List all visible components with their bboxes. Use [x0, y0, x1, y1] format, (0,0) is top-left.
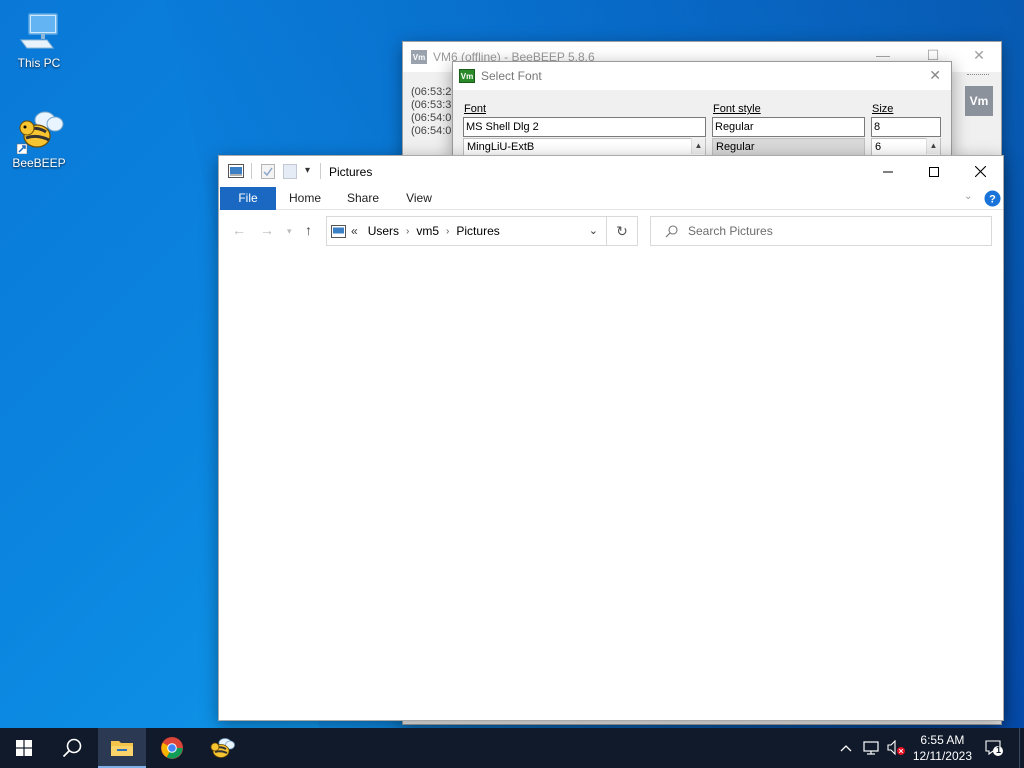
forward-arrow-icon[interactable]: →	[260, 222, 274, 238]
folder-pictures-icon	[228, 164, 244, 178]
breadcrumb-overflow[interactable]: «	[351, 224, 358, 238]
clock[interactable]: 6:55 AM 12/11/2023	[913, 732, 972, 764]
chevron-right-icon[interactable]: ›	[406, 226, 409, 237]
desktop-icon-label: BeeBEEP	[12, 156, 66, 170]
chrome-icon	[161, 737, 183, 759]
minimize-icon	[883, 171, 893, 172]
search-box[interactable]: Search Pictures	[650, 216, 992, 246]
close-icon	[974, 166, 986, 177]
grip-dots[interactable]	[967, 74, 989, 78]
search-input[interactable]: Search Pictures	[688, 224, 773, 238]
font-list-item[interactable]: MingLiU-ExtB	[463, 138, 706, 156]
breadcrumb-pictures[interactable]: Pictures	[456, 224, 499, 238]
bee-icon	[210, 738, 235, 758]
select-font-dialog[interactable]: Vm Select Font ✕ Font Font style Size MS…	[452, 61, 952, 157]
font-label: Font	[464, 103, 487, 115]
scroll-up-icon[interactable]: ▲	[691, 138, 705, 154]
taskbar: 6:55 AM 12/11/2023 1	[0, 728, 1024, 768]
maximize-button[interactable]	[911, 156, 957, 187]
chevron-right-icon[interactable]: ›	[446, 226, 449, 237]
minimize-button[interactable]	[865, 156, 911, 187]
desktop-icon-label: This PC	[17, 56, 61, 70]
select-font-titlebar[interactable]: Vm Select Font	[453, 62, 951, 90]
file-list-area[interactable]	[219, 250, 1003, 720]
search-icon	[665, 224, 678, 237]
show-hidden-icons-button[interactable]	[836, 728, 856, 768]
separator	[320, 163, 321, 179]
maximize-icon	[929, 166, 939, 177]
expand-ribbon-icon[interactable]: ⌄	[964, 191, 972, 202]
tab-share[interactable]: Share	[339, 187, 387, 210]
tab-file[interactable]: File	[220, 187, 276, 210]
bee-icon	[16, 111, 64, 154]
close-icon[interactable]: ✕	[971, 47, 987, 63]
close-button[interactable]	[957, 156, 1003, 187]
breadcrumb-vm5[interactable]: vm5	[416, 224, 439, 238]
folder-icon	[111, 741, 133, 756]
scroll-up-icon[interactable]: ▲	[926, 138, 940, 154]
navigation-bar: ← → ▾ ↑ « Users › vm5 › Pictures ⌄ ↻ Sea…	[219, 216, 1003, 246]
breadcrumb-users[interactable]: Users	[368, 224, 399, 238]
chevron-up-icon	[840, 745, 852, 752]
size-label: Size	[872, 103, 894, 115]
vm-app-icon: Vm	[459, 69, 475, 83]
refresh-button[interactable]: ↻	[606, 216, 638, 246]
tab-view[interactable]: View	[395, 187, 443, 210]
style-list-item[interactable]: Regular	[712, 138, 865, 156]
file-explorer-window[interactable]: ▾ Pictures File Home Share View ⌄ ? ← → …	[218, 155, 1004, 721]
clock-date: 12/11/2023	[912, 749, 972, 763]
tab-home[interactable]: Home	[281, 187, 329, 210]
customize-quick-access-icon[interactable]: ▾	[305, 165, 310, 176]
log-line: (06:53:2	[411, 86, 452, 98]
font-input[interactable]: MS Shell Dlg 2	[463, 117, 706, 137]
desktop-icon-beebeep[interactable]: BeeBEEP	[3, 108, 75, 170]
font-style-input[interactable]: Regular	[712, 117, 865, 137]
taskbar-beebeep[interactable]	[198, 728, 246, 768]
taskbar-chrome[interactable]	[148, 728, 196, 768]
properties-icon[interactable]	[261, 164, 275, 179]
taskbar-file-explorer[interactable]	[98, 728, 146, 768]
show-desktop-button[interactable]	[1019, 728, 1024, 768]
up-arrow-icon[interactable]: ↑	[305, 222, 312, 238]
recent-locations-icon[interactable]: ▾	[287, 226, 292, 237]
network-icon	[863, 741, 879, 755]
log-line: (06:53:3	[411, 99, 452, 111]
help-icon[interactable]: ?	[984, 190, 1001, 207]
refresh-icon: ↻	[616, 222, 628, 239]
pictures-location-icon	[331, 224, 346, 238]
search-icon	[62, 738, 82, 758]
svg-text:?: ?	[989, 194, 996, 206]
beebeep-app-icon: Vm	[411, 50, 427, 64]
dialog-title: Select Font	[481, 69, 542, 83]
chevron-down-icon[interactable]: ⌄	[589, 224, 598, 237]
back-arrow-icon[interactable]: ←	[232, 222, 246, 238]
separator	[251, 163, 252, 179]
user-avatar[interactable]: Vm	[965, 86, 993, 116]
close-icon[interactable]: ✕	[929, 67, 941, 84]
chat-log: (06:53:2 (06:53:3 (06:54:0 (06:54:0	[411, 86, 451, 138]
ribbon-tabs: File Home Share View ⌄ ?	[219, 187, 1003, 210]
start-button[interactable]	[0, 728, 48, 768]
font-style-label: Font style	[713, 103, 761, 115]
log-line: (06:54:0	[411, 125, 452, 137]
computer-icon	[20, 13, 58, 49]
desktop-icon-this-pc[interactable]: This PC	[3, 10, 75, 70]
windows-logo-icon	[16, 740, 32, 756]
log-line: (06:54:0	[411, 112, 452, 124]
window-title: Pictures	[329, 165, 373, 179]
explorer-titlebar[interactable]: ▾ Pictures	[219, 156, 1003, 187]
new-folder-icon[interactable]	[283, 164, 297, 179]
search-button[interactable]	[48, 728, 96, 768]
action-center-button[interactable]: 1	[978, 728, 1010, 768]
notification-count: 1	[996, 745, 1002, 755]
volume-muted-icon	[887, 740, 905, 756]
clock-time: 6:55 AM	[920, 733, 965, 747]
volume-button[interactable]	[884, 728, 908, 768]
network-button[interactable]	[860, 728, 884, 768]
size-input[interactable]: 8	[871, 117, 941, 137]
address-bar[interactable]: « Users › vm5 › Pictures ⌄	[326, 216, 607, 246]
